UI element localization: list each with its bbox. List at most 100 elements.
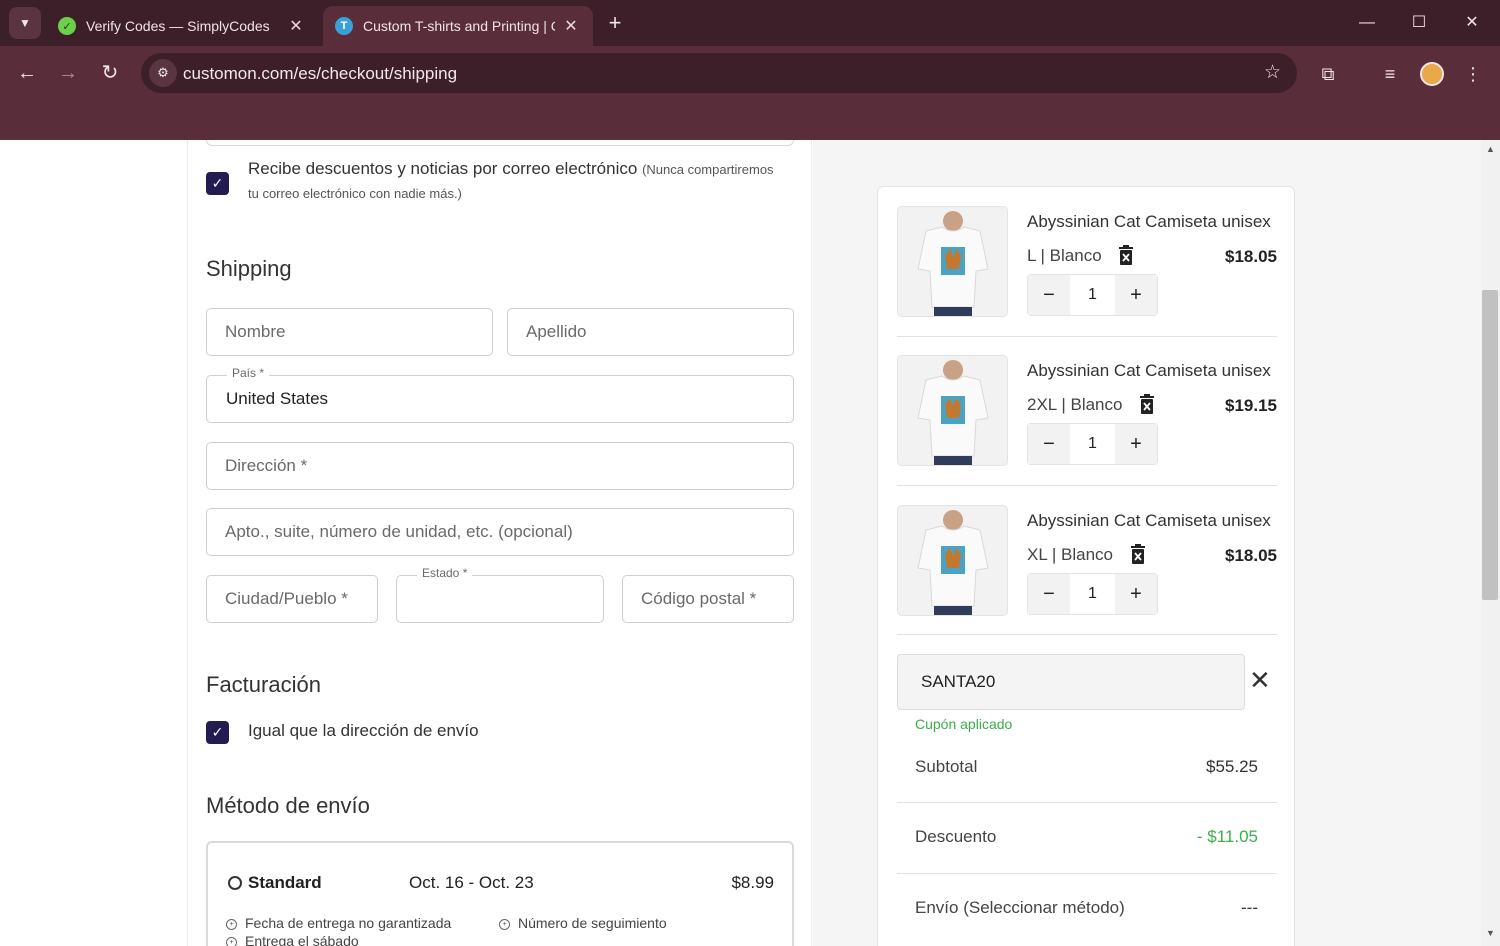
quantity-increase-button[interactable]: +	[1115, 424, 1157, 464]
discount-label: Descuento	[915, 827, 997, 846]
quantity-decrease-button[interactable]: −	[1028, 574, 1070, 614]
shipping-feature-text: Fecha de entrega no garantizada	[245, 915, 452, 931]
zip-field[interactable]: Código postal *	[622, 575, 794, 623]
scroll-down-arrow-icon[interactable]: ▼	[1481, 928, 1500, 942]
quantity-stepper: − 1 +	[1027, 274, 1158, 316]
trash-icon[interactable]	[1118, 245, 1134, 265]
divider	[897, 336, 1277, 337]
shipping-cost-row: Envío (Seleccionar método) ---	[897, 880, 1277, 940]
subtotal-value: $55.25	[1206, 757, 1258, 776]
newsletter-note: (Nunca compartiremos	[642, 162, 774, 177]
shipping-option-dates: Oct. 16 - Oct. 23	[409, 873, 534, 892]
item-price: $18.05	[1225, 247, 1277, 266]
cart-item: Abyssinian Cat Camiseta unisex XL | Blan…	[897, 505, 1277, 635]
shipping-feature: + Fecha de entrega no garantizada	[226, 915, 451, 931]
last-name-field[interactable]: Apellido	[507, 308, 794, 356]
trash-icon[interactable]	[1139, 394, 1155, 414]
tab-search-chevron-icon[interactable]: ▼	[9, 7, 41, 39]
address2-placeholder: Apto., suite, número de unidad, etc. (op…	[225, 522, 573, 541]
quantity-value[interactable]: 1	[1070, 574, 1115, 614]
shipping-radio[interactable]	[228, 876, 242, 890]
shipping-cost-value: ---	[1241, 898, 1258, 917]
quantity-decrease-button[interactable]: −	[1028, 424, 1070, 464]
tab-title: Custom T-shirts and Printing | Custo	[363, 18, 555, 34]
country-legend: País *	[227, 366, 270, 380]
new-tab-button[interactable]: +	[602, 11, 628, 37]
quantity-stepper: − 1 +	[1027, 423, 1158, 465]
media-queue-icon[interactable]: ≡	[1376, 60, 1404, 88]
subtotal-row: Subtotal $55.25	[897, 739, 1277, 799]
back-arrow-icon[interactable]: ←	[12, 58, 42, 88]
state-legend: Estado *	[417, 566, 473, 580]
newsletter-label: Recibe descuentos y noticias por correo …	[248, 159, 774, 179]
divider	[897, 634, 1277, 635]
extensions-puzzle-icon[interactable]: ⧉	[1314, 60, 1342, 88]
discount-value: - $11.05	[1196, 827, 1258, 846]
site-info-icon[interactable]: ⚙	[149, 59, 177, 87]
remove-coupon-close-icon[interactable]: ✕	[1249, 667, 1271, 693]
item-name: Abyssinian Cat Camiseta unisex	[1027, 361, 1271, 380]
email-field-bottom	[206, 140, 794, 146]
product-thumbnail	[897, 355, 1008, 466]
page-scrollbar[interactable]: ▲ ▼	[1481, 140, 1500, 946]
bookmark-star-icon[interactable]: ☆	[1264, 61, 1281, 84]
scroll-up-arrow-icon[interactable]: ▲	[1481, 144, 1500, 158]
quantity-decrease-button[interactable]: −	[1028, 275, 1070, 315]
tshirt-cat-image	[898, 356, 1007, 465]
customon-favicon-icon: T	[335, 17, 353, 35]
url-text[interactable]: customon.com/es/checkout/shipping	[183, 64, 457, 84]
subtotal-label: Subtotal	[915, 757, 978, 776]
window-close-button[interactable]: ✕	[1457, 10, 1487, 36]
newsletter-label-text: Recibe descuentos y noticias por correo …	[248, 159, 638, 178]
tab-customon[interactable]: T Custom T-shirts and Printing | Custo ✕	[323, 6, 593, 46]
profile-avatar[interactable]	[1420, 62, 1444, 86]
item-price: $18.05	[1225, 546, 1277, 565]
city-field[interactable]: Ciudad/Pueblo *	[206, 575, 378, 623]
tab-strip: ▼ ✓ Verify Codes — SimplyCodes ✕ T Custo…	[0, 0, 1500, 46]
tshirt-cat-image	[898, 506, 1007, 615]
item-name: Abyssinian Cat Camiseta unisex	[1027, 212, 1271, 231]
divider	[897, 873, 1277, 874]
quantity-value[interactable]: 1	[1070, 424, 1115, 464]
shipping-title: Shipping	[206, 256, 292, 281]
quantity-increase-button[interactable]: +	[1115, 574, 1157, 614]
quantity-value[interactable]: 1	[1070, 275, 1115, 315]
coupon-status: Cupón aplicado	[915, 716, 1013, 732]
order-summary-panel: Abyssinian Cat Camiseta unisex L | Blanc…	[813, 140, 1481, 946]
address-placeholder: Dirección *	[225, 456, 308, 475]
trash-icon[interactable]	[1130, 544, 1146, 564]
coupon-input[interactable]: SANTA20	[897, 654, 1245, 710]
product-thumbnail	[897, 505, 1008, 616]
newsletter-checkbox[interactable]: ✓	[206, 172, 229, 195]
tab-verify-codes[interactable]: ✓ Verify Codes — SimplyCodes ✕	[46, 6, 318, 46]
shipping-option-standard[interactable]: Standard Oct. 16 - Oct. 23 $8.99 + Fecha …	[206, 841, 794, 946]
more-menu-icon[interactable]: ⋮	[1459, 60, 1487, 88]
item-price: $19.15	[1225, 396, 1277, 415]
item-variant: L | Blanco	[1027, 245, 1134, 266]
address-field[interactable]: Dirección *	[206, 442, 794, 490]
first-name-field[interactable]: Nombre	[206, 308, 493, 356]
forward-arrow-icon[interactable]: →	[53, 58, 83, 88]
item-variant: 2XL | Blanco	[1027, 394, 1155, 415]
simplycodes-favicon-icon: ✓	[58, 17, 76, 35]
state-select[interactable]: Estado *	[396, 566, 604, 623]
address-bar[interactable]: ⚙ customon.com/es/checkout/shipping ☆	[141, 53, 1297, 93]
country-select[interactable]: País * United States	[206, 366, 794, 423]
item-variant-text: L | Blanco	[1027, 246, 1102, 265]
shipping-feature-text: Entrega el sábado	[245, 933, 359, 946]
billing-same-checkbox[interactable]: ✓	[206, 721, 229, 744]
shipping-cost-label: Envío (Seleccionar método)	[915, 898, 1125, 917]
maximize-button[interactable]: ☐	[1404, 10, 1434, 36]
minimize-button[interactable]: —	[1352, 10, 1382, 36]
tshirt-cat-image	[898, 207, 1007, 316]
shipping-option-name: Standard	[248, 873, 322, 892]
last-name-placeholder: Apellido	[526, 322, 587, 341]
address2-field[interactable]: Apto., suite, número de unidad, etc. (op…	[206, 508, 794, 556]
shipping-feature: + Número de seguimiento	[499, 915, 667, 931]
tab-close-icon[interactable]: ✕	[286, 16, 306, 36]
newsletter-note-line2: tu correo electrónico con nadie más.)	[248, 186, 462, 201]
quantity-increase-button[interactable]: +	[1115, 275, 1157, 315]
tab-close-icon[interactable]: ✕	[561, 16, 581, 36]
reload-icon[interactable]: ↻	[95, 58, 125, 88]
scroll-thumb[interactable]	[1482, 290, 1498, 600]
